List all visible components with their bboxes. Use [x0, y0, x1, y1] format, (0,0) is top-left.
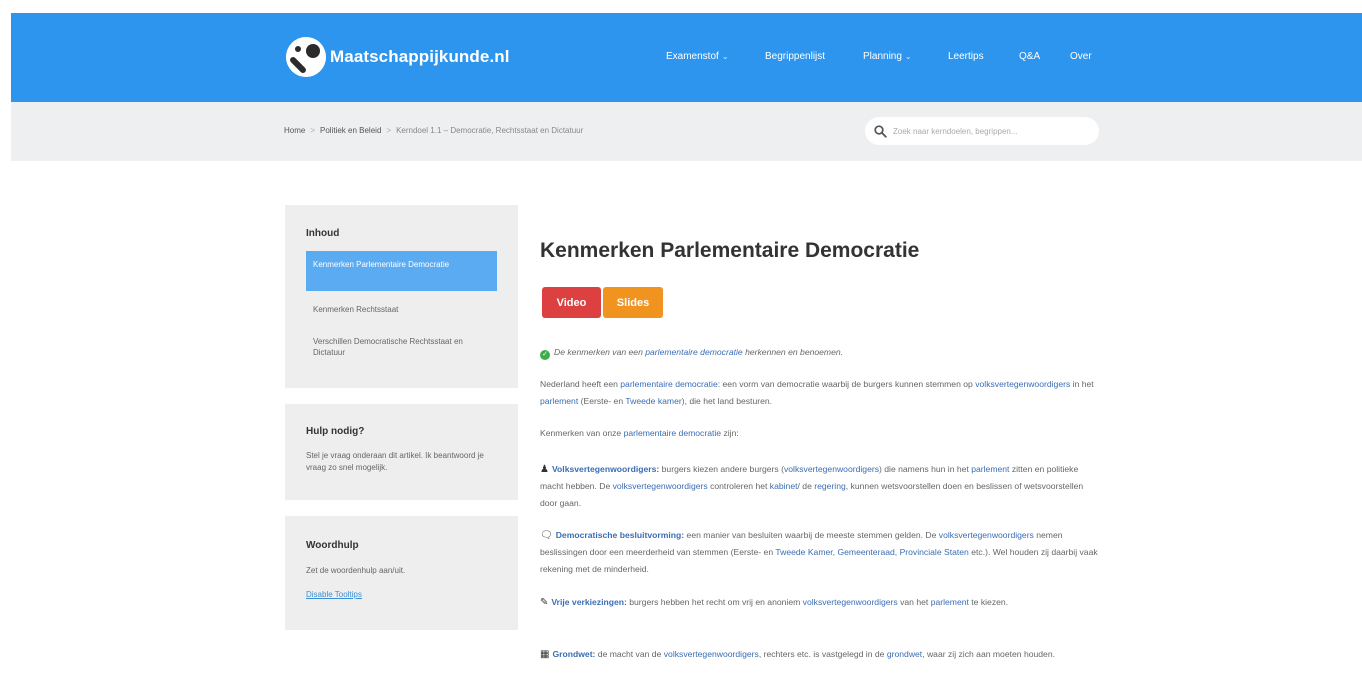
text: De kenmerken van een	[554, 347, 646, 357]
breadcrumb-separator: >	[386, 126, 392, 135]
slides-button[interactable]: Slides	[603, 287, 663, 318]
word-help-box: Woordhulp Zet de woordenhulp aan/uit. Di…	[285, 516, 518, 630]
text: te kiezen.	[968, 597, 1009, 607]
toc-item-parlementaire-democratie[interactable]: Kenmerken Parlementaire Democratie	[306, 251, 497, 291]
term-link[interactable]: Grondwet:	[552, 649, 595, 659]
text: zijn:	[721, 428, 739, 438]
term-link[interactable]: parlementaire democratie	[645, 347, 742, 357]
book-icon: ▦	[540, 649, 550, 660]
text: (Eerste- en	[578, 396, 626, 406]
breadcrumb-politiek[interactable]: Politiek en Beleid	[320, 126, 381, 135]
toc-box: Inhoud Kenmerken Parlementaire Democrati…	[285, 205, 518, 388]
term-link[interactable]: volksvertegenwoordigers	[939, 530, 1034, 540]
term-link[interactable]: volksvertegenwoordigers	[784, 464, 879, 474]
text: / de	[797, 481, 815, 491]
text: burgers kiezen andere burgers (	[659, 464, 784, 474]
text: burgers hebben het recht om vrij en anon…	[626, 597, 803, 607]
main-nav: Examenstof ⌄ Begrippenlijst Planning ⌄ Lee…	[11, 51, 1362, 65]
search-input[interactable]	[893, 126, 1083, 136]
word-help-title: Woordhulp	[306, 540, 359, 551]
term-link[interactable]: grondwet	[887, 649, 922, 659]
term-link[interactable]: volksvertegenwoordigers	[613, 481, 708, 491]
help-text: Stel je vraag onderaan dit artikel. Ik b…	[306, 451, 484, 472]
term-link[interactable]: volksvertegenwoordigers	[975, 379, 1070, 389]
list-intro: Kenmerken van onze parlementaire democra…	[540, 425, 1100, 442]
nav-label: Q&A	[1019, 51, 1041, 62]
nav-examenstof[interactable]: Examenstof ⌄	[666, 51, 729, 62]
term-link[interactable]: parlement	[540, 396, 578, 406]
person-podium-icon: ♟	[540, 464, 549, 475]
term-link[interactable]: regering	[814, 481, 846, 491]
breadcrumb-home[interactable]: Home	[284, 126, 305, 135]
learning-goal: ✓ De kenmerken van een parlementaire demo…	[540, 344, 1100, 361]
feature-volksvertegenwoordigers: ♟ Volksvertegenwoordigers: burgers kiezen…	[540, 461, 1100, 512]
text: Nederland heeft een	[540, 379, 621, 389]
toc-title: Inhoud	[306, 228, 340, 239]
term-link[interactable]: Volksvertegenwoordigers:	[552, 464, 659, 474]
text: , waar zij zich aan moeten houden.	[922, 649, 1056, 659]
top-strip	[0, 0, 1362, 13]
term-link[interactable]: Tweede Kamer	[775, 547, 832, 557]
term-link[interactable]: Tweede kamer	[625, 396, 681, 406]
term-link[interactable]: parlementaire democratie	[624, 428, 721, 438]
chevron-down-icon: ⌄	[721, 52, 729, 61]
term-link[interactable]: Gemeenteraad	[837, 547, 894, 557]
nav-planning[interactable]: Planning ⌄	[863, 51, 912, 62]
feature-grondwet: ▦ Grondwet: de macht van de volksvertegen…	[540, 646, 1100, 663]
nav-over[interactable]: Over	[1070, 51, 1092, 62]
text: van het	[897, 597, 931, 607]
check-circle-icon: ✓	[540, 350, 550, 360]
term-link[interactable]: Vrije verkiezingen:	[551, 597, 626, 607]
nav-begrippenlijst[interactable]: Begrippenlijst	[765, 51, 825, 62]
text: de macht van de	[595, 649, 664, 659]
text: controleren het	[707, 481, 770, 491]
term-link[interactable]: Democratische besluitvorming:	[556, 530, 684, 540]
pencil-square-icon: ✎	[540, 597, 549, 608]
term-link[interactable]: Provinciale Staten	[900, 547, 969, 557]
term-link[interactable]: parlement	[971, 464, 1009, 474]
term-link[interactable]: volksvertegenwoordigers	[803, 597, 898, 607]
page-title: Kenmerken Parlementaire Democratie	[540, 239, 920, 262]
help-box: Hulp nodig? Stel je vraag onderaan dit a…	[285, 404, 518, 500]
feature-vrije-verkiezingen: ✎ Vrije verkiezingen: burgers hebben het …	[540, 594, 1100, 611]
term-link[interactable]: kabinet	[770, 481, 798, 491]
breadcrumb-bar: Home > Politiek en Beleid > Kerndoel 1.1 – D…	[11, 102, 1362, 161]
text: ) die namens hun in het	[879, 464, 972, 474]
nav-label: Leertips	[948, 51, 984, 62]
term-link[interactable]: parlementaire democratie	[620, 379, 717, 389]
search-icon[interactable]	[874, 124, 887, 138]
text: herkennen en benoemen.	[742, 347, 844, 357]
breadcrumb-separator: >	[310, 126, 316, 135]
intro-paragraph: Nederland heeft een parlementaire democr…	[540, 376, 1100, 410]
search-box[interactable]	[865, 117, 1099, 145]
term-link[interactable]: parlement	[931, 597, 969, 607]
toc-item-rechtsstaat[interactable]: Kenmerken Rechtsstaat	[306, 304, 497, 315]
site-header: Maatschappijkunde.nl Examenstof ⌄ Begripp…	[11, 13, 1362, 102]
nav-label: Begrippenlijst	[765, 51, 826, 62]
help-title: Hulp nodig?	[306, 426, 365, 437]
word-help-text: Zet de woordenhulp aan/uit.	[306, 566, 406, 575]
text: in het	[1070, 379, 1094, 389]
text: : een vorm van democratie waarbij de bur…	[717, 379, 976, 389]
breadcrumb: Home > Politiek en Beleid > Kerndoel 1.1 – D…	[284, 126, 583, 135]
disable-tooltips-link[interactable]: Disable Tooltips	[306, 590, 362, 599]
text: Kenmerken van onze	[540, 428, 624, 438]
text: , rechters etc. is vastgelegd in de	[758, 649, 887, 659]
term-link[interactable]: volksvertegenwoordigers	[664, 649, 759, 659]
nav-label: Planning	[863, 51, 902, 62]
nav-label: Examenstof	[666, 51, 719, 62]
toc-item-verschillen[interactable]: Verschillen Democratische Rechtsstaat en…	[306, 336, 497, 358]
feature-besluitvorming: 🗨 Democratische besluitvorming: een manie…	[540, 527, 1100, 578]
chevron-down-icon: ⌄	[904, 52, 912, 61]
nav-qa[interactable]: Q&A	[1019, 51, 1040, 62]
video-button[interactable]: Video	[542, 287, 601, 318]
nav-leertips[interactable]: Leertips	[948, 51, 984, 62]
text: ), die het land besturen.	[681, 396, 773, 406]
breadcrumb-current: Kerndoel 1.1 – Democratie, Rechtsstaat e…	[396, 126, 584, 135]
speech-bubbles-icon: 🗨	[540, 530, 553, 541]
text: een manier van besluiten waarbij de mees…	[684, 530, 939, 540]
nav-label: Over	[1070, 51, 1092, 62]
